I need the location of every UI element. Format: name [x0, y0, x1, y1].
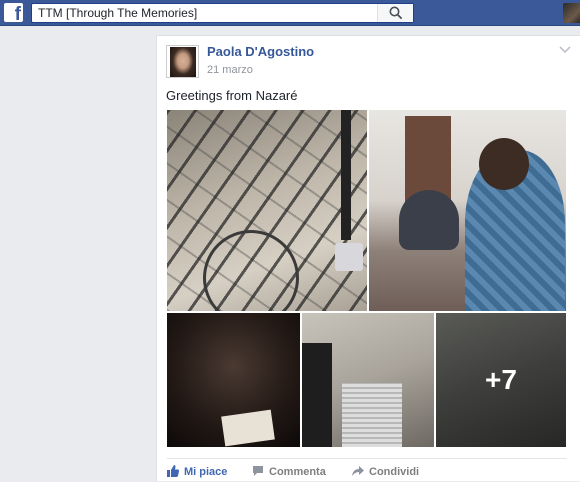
- search-icon: [389, 6, 403, 20]
- author-name-link[interactable]: Paola D'Agostino: [207, 44, 314, 59]
- like-label: Mi piace: [184, 466, 228, 478]
- post-date[interactable]: 21 marzo: [207, 64, 253, 76]
- top-navigation-bar: f TTM [Through The Memories]: [0, 0, 580, 26]
- search-input[interactable]: TTM [Through The Memories]: [38, 6, 197, 20]
- search-button[interactable]: [377, 4, 413, 22]
- facebook-logo-letter: f: [14, 4, 21, 25]
- author-avatar[interactable]: [166, 45, 199, 78]
- facebook-logo[interactable]: f: [4, 3, 23, 25]
- photo-writing-dark[interactable]: [167, 313, 300, 447]
- post-text: Greetings from Nazaré: [166, 88, 298, 103]
- share-icon: [352, 466, 364, 476]
- share-label: Condividi: [369, 466, 420, 478]
- photo-more[interactable]: +7: [436, 313, 566, 447]
- post-actions-bar: Mi piace Commenta Condividi: [167, 458, 567, 482]
- more-photos-count[interactable]: +7: [436, 313, 566, 447]
- profile-avatar[interactable]: [563, 3, 580, 23]
- comment-button[interactable]: Commenta: [252, 465, 326, 478]
- thumbs-up-icon: [167, 465, 179, 477]
- post-card: Paola D'Agostino 21 marzo Greetings from…: [156, 35, 580, 481]
- comment-label: Commenta: [269, 466, 326, 478]
- comment-icon: [253, 466, 263, 476]
- photo-laptop-desk[interactable]: [302, 313, 434, 447]
- share-button[interactable]: Condividi: [352, 465, 419, 478]
- chevron-down-icon[interactable]: [559, 46, 571, 54]
- like-button[interactable]: Mi piace: [167, 465, 227, 478]
- search-box[interactable]: TTM [Through The Memories]: [31, 3, 414, 23]
- photo-room-reading[interactable]: [369, 110, 566, 311]
- photo-beach-chairs[interactable]: [167, 110, 367, 311]
